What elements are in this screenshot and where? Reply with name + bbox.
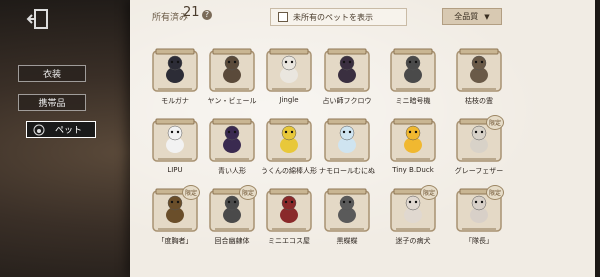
pet-icon xyxy=(33,124,45,135)
pet-name: ミニ暗号機 xyxy=(395,97,431,105)
pet-name: Jingle xyxy=(279,96,299,104)
pet-figure xyxy=(223,125,241,153)
pet-card[interactable]: 限定「隊長」 xyxy=(456,185,504,245)
pet-name: 黒蝶蝶 xyxy=(336,237,358,245)
pet-name: 「隊長」 xyxy=(465,237,493,245)
quality-filter-dropdown[interactable]: 全品質 ▼ xyxy=(442,8,502,25)
limited-badge: 限定 xyxy=(486,185,504,200)
pet-card[interactable]: 限定 回合幽隷体 xyxy=(209,185,257,245)
pet-figure xyxy=(166,125,184,153)
pet-card[interactable]: ミニ暗号機 xyxy=(390,47,436,105)
show-unowned-toggle[interactable]: 未所有のペットを表示 xyxy=(270,8,407,26)
pet-name: 迷子の病犬 xyxy=(395,237,431,245)
limited-badge: 限定 xyxy=(420,185,438,200)
pet-card[interactable]: 限定グレーフェザー xyxy=(455,115,504,175)
pet-card[interactable]: 限定 「度胸者」 xyxy=(152,185,200,245)
tab-accessory-label: 携帯品 xyxy=(38,99,66,109)
limited-badge: 限定 xyxy=(239,185,257,200)
pet-collection-panel: 所有済み 21 ? 未所有のペットを表示 全品質 ▼ モルガナ ヤン・ビェール Ji… xyxy=(130,0,595,277)
pet-name: うくんの綿棒人形 xyxy=(261,167,317,175)
pet-figure xyxy=(280,55,298,83)
pet-name: Tiny B.Duck xyxy=(392,166,434,174)
chevron-down-icon: ▼ xyxy=(484,12,490,21)
exit-icon[interactable] xyxy=(26,8,50,30)
pet-name: ミニエコス屋 xyxy=(268,237,310,245)
pet-card[interactable]: ヤン・ビェール xyxy=(208,47,257,105)
pet-name: 占い師フクロウ xyxy=(322,97,372,105)
owned-count: 21 xyxy=(183,5,200,20)
pet-figure xyxy=(404,125,422,153)
pet-figure xyxy=(280,195,298,223)
pet-name: グレーフェザー xyxy=(454,167,504,175)
checkbox-icon[interactable] xyxy=(278,12,288,22)
limited-badge: 限定 xyxy=(182,185,200,200)
pet-card[interactable]: Jingle xyxy=(266,47,312,104)
tab-pet[interactable]: ペット xyxy=(26,121,96,138)
pet-card[interactable]: 青い人形 xyxy=(209,117,255,175)
tab-pet-label: ペット xyxy=(55,126,83,136)
pet-card[interactable]: 黒蝶蝶 xyxy=(324,187,370,245)
pet-figure xyxy=(404,55,422,83)
limited-badge: 限定 xyxy=(486,115,504,130)
panel-header: 所有済み 21 ? 未所有のペットを表示 全品質 ▼ xyxy=(130,0,595,26)
pet-name: ナモロールむにぬ xyxy=(319,167,375,175)
pet-figure xyxy=(470,55,488,83)
pet-figure xyxy=(338,195,356,223)
pet-card[interactable]: 限定迷子の病犬 xyxy=(390,185,438,245)
pet-card[interactable]: 枯枝の霊 xyxy=(456,47,502,105)
quality-filter-label: 全品質 xyxy=(454,12,479,21)
pet-card[interactable]: ミニエコス屋 xyxy=(266,187,312,245)
pet-card[interactable]: うくんの綿棒人形 xyxy=(261,117,317,175)
pet-figure xyxy=(166,55,184,83)
tab-costume[interactable]: 衣装 xyxy=(18,65,86,82)
pet-figure xyxy=(338,55,356,83)
pet-card[interactable]: ナモロールむにぬ xyxy=(319,117,375,175)
pet-card[interactable]: モルガナ xyxy=(152,47,198,105)
pet-figure xyxy=(223,55,241,83)
pet-figure xyxy=(280,125,298,153)
tab-accessory[interactable]: 携帯品 xyxy=(18,94,86,111)
tab-costume-label: 衣装 xyxy=(42,70,61,80)
help-icon[interactable]: ? xyxy=(202,10,212,20)
pet-card[interactable]: Tiny B.Duck xyxy=(390,117,436,174)
pet-card[interactable]: LIPU xyxy=(152,117,198,174)
show-unowned-label: 未所有のペットを表示 xyxy=(293,12,373,22)
pet-name: 枯枝の霊 xyxy=(465,97,493,105)
pet-card[interactable]: 占い師フクロウ xyxy=(323,47,372,105)
pet-figure xyxy=(338,125,356,153)
